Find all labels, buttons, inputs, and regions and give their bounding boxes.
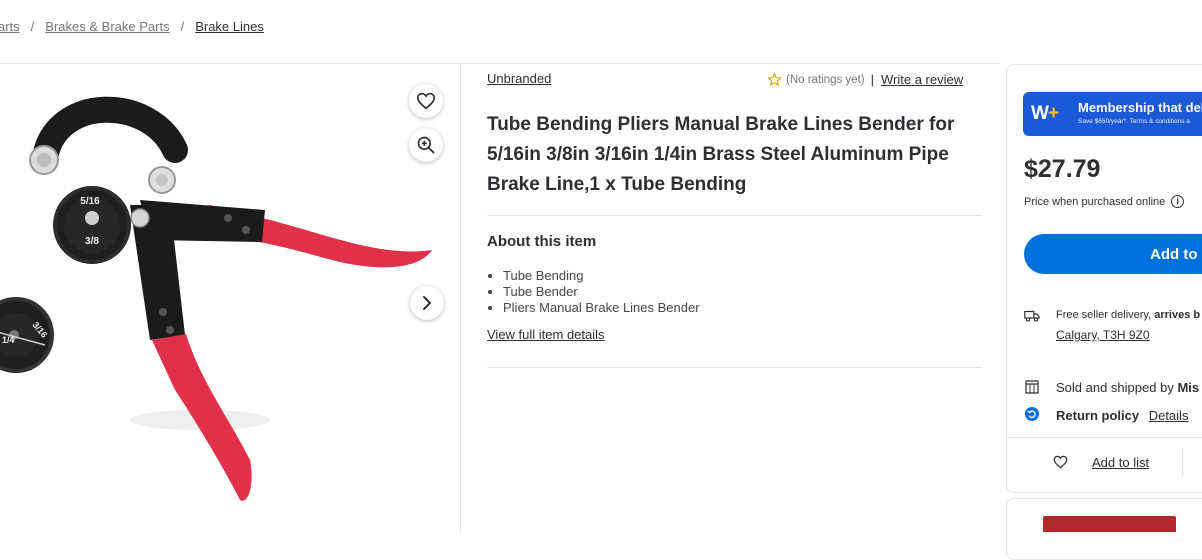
price: $27.79 <box>1024 155 1101 183</box>
truck-icon <box>1024 310 1040 322</box>
walmart-plus-logo: W+ <box>1031 103 1059 125</box>
view-full-details-link[interactable]: View full item details <box>487 327 605 342</box>
about-heading: About this item <box>487 233 597 250</box>
logo-plus: + <box>1047 103 1059 124</box>
seller-name[interactable]: Mis <box>1177 380 1199 395</box>
heart-icon <box>416 92 436 110</box>
title-divider <box>487 215 982 216</box>
zoom-button[interactable] <box>409 128 443 162</box>
breadcrumb: arts / Brakes & Brake Parts / Brake Line… <box>0 19 264 34</box>
store-icon <box>1025 380 1039 394</box>
breadcrumb-separator: / <box>180 19 185 34</box>
bullet-item: Pliers Manual Brake Lines Bender <box>503 300 700 316</box>
sold-by-prefix: Sold and shipped by <box>1056 380 1178 395</box>
about-bullets: Tube Bending Tube Bender Pliers Manual B… <box>487 268 700 316</box>
wheel-label-3-8: 3/8 <box>85 236 99 247</box>
die-label-1-4: 1/4 <box>2 335 15 345</box>
product-title: Tube Bending Pliers Manual Brake Lines B… <box>487 114 955 195</box>
about-divider <box>487 367 982 368</box>
price-note: Price when purchased online i <box>1024 195 1185 208</box>
membership-banner[interactable]: W+ Membership that del Save $650/year*. … <box>1023 92 1202 136</box>
write-review-link[interactable]: Write a review <box>881 72 963 87</box>
delivery-bold: arrives b <box>1154 309 1201 321</box>
ratings-text: (No ratings yet) <box>786 73 865 86</box>
return-details-link[interactable]: Details <box>1149 408 1189 423</box>
star-icon <box>767 73 782 86</box>
sponsored-image[interactable] <box>1043 516 1176 532</box>
gallery-divider <box>460 64 461 532</box>
heart-outline-icon <box>1053 455 1068 469</box>
sold-by-text: Sold and shipped by Mis <box>1056 380 1199 395</box>
info-icon[interactable]: i <box>1171 195 1185 208</box>
brand-link[interactable]: Unbranded <box>487 71 551 86</box>
add-to-cart-button[interactable]: Add to c <box>1024 234 1202 274</box>
return-policy-row: Return policy Details <box>1056 408 1188 423</box>
next-image-button[interactable] <box>410 286 444 320</box>
delivery-prefix: Free seller delivery, <box>1056 309 1155 321</box>
favorite-button[interactable] <box>409 84 443 118</box>
wheel-label-5-16: 5/16 <box>80 196 100 207</box>
membership-subtext: Save $650/year*. Terms & conditions a <box>1078 118 1190 125</box>
return-policy-label: Return policy <box>1056 408 1140 423</box>
product-image[interactable]: 5/16 3/8 3/16 1/4 <box>0 64 460 532</box>
delivery-location-link[interactable]: Calgary, T3H 9Z0 <box>1056 328 1150 342</box>
list-divider <box>1182 448 1183 478</box>
bullet-item: Tube Bending <box>503 268 700 284</box>
bullet-item: Tube Bender <box>503 284 700 300</box>
breadcrumb-item-brakes[interactable]: Brakes & Brake Parts <box>45 19 169 34</box>
logo-letter: W <box>1031 103 1049 124</box>
breadcrumb-item-parts[interactable]: arts <box>0 19 20 34</box>
breadcrumb-current[interactable]: Brake Lines <box>195 19 264 34</box>
delivery-text: Free seller delivery, arrives b <box>1056 309 1200 321</box>
ratings-row: (No ratings yet) | Write a review <box>767 72 963 87</box>
ratings-separator: | <box>870 72 874 87</box>
chevron-right-icon <box>423 296 431 310</box>
return-icon <box>1025 407 1039 421</box>
membership-headline: Membership that del <box>1078 100 1202 115</box>
breadcrumb-separator: / <box>30 19 35 34</box>
add-to-list-link[interactable]: Add to list <box>1092 455 1149 470</box>
tube-bender-image: 5/16 3/8 3/16 1/4 <box>0 96 432 501</box>
buybox-divider <box>1007 437 1202 438</box>
price-note-text: Price when purchased online <box>1024 195 1166 208</box>
zoom-in-icon <box>417 136 435 154</box>
